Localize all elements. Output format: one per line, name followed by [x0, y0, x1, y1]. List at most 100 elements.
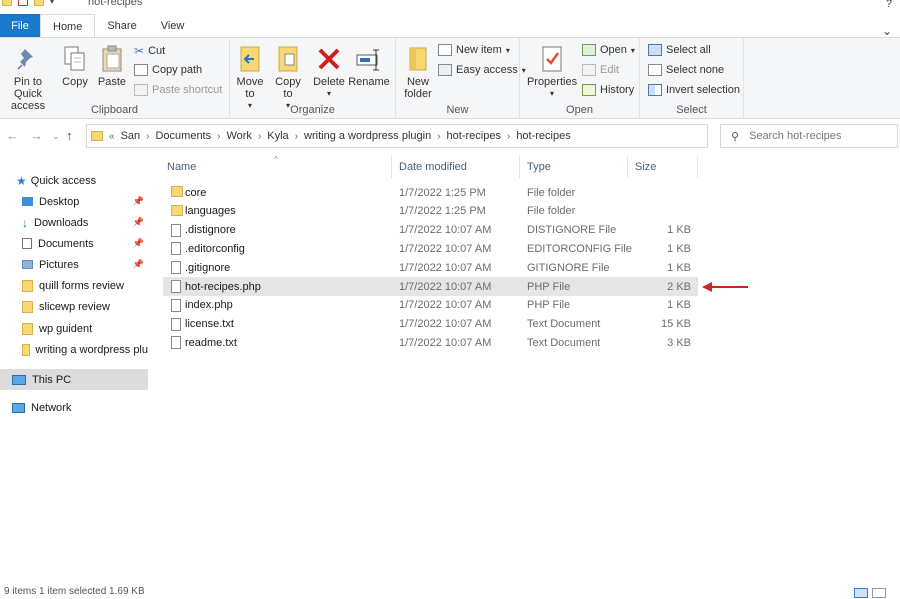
- nav-item-desktop[interactable]: Desktop 📌: [0, 191, 148, 212]
- column-date-label: Date modified: [399, 161, 467, 173]
- delete-button[interactable]: Delete ▾: [312, 44, 346, 100]
- file-icon: [171, 317, 181, 331]
- clipboard-icon: [98, 44, 126, 74]
- folder-icon: [22, 300, 33, 313]
- recent-locations-chevron-icon[interactable]: ⌄: [52, 131, 60, 142]
- file-size: 1 KB: [667, 299, 691, 312]
- breadcrumb-work[interactable]: Work: [222, 130, 255, 142]
- breadcrumb-hot-recipes-parent[interactable]: hot-recipes: [443, 130, 505, 142]
- nav-quick-access[interactable]: ★ Quick access: [0, 170, 148, 191]
- clipboard-group-label: Clipboard: [90, 104, 139, 116]
- folder-icon: [171, 186, 183, 197]
- nav-item-pictures[interactable]: Pictures 📌: [0, 254, 148, 275]
- delete-label: Delete: [313, 76, 345, 88]
- chevron-right-icon: ›: [217, 130, 221, 142]
- select-all-button[interactable]: Select all: [648, 44, 711, 56]
- table-row[interactable]: readme.txt 1/7/2022 10:07 AM Text Document…: [163, 333, 698, 352]
- paste-button[interactable]: Paste: [96, 44, 128, 88]
- open-button[interactable]: Open ▾: [582, 44, 635, 56]
- edit-button[interactable]: Edit: [582, 64, 619, 76]
- table-row[interactable]: license.txt 1/7/2022 10:07 AM Text Documen…: [163, 315, 698, 334]
- back-arrow-icon[interactable]: ←: [6, 128, 19, 143]
- pin-icon[interactable]: 📌: [133, 259, 144, 270]
- table-row[interactable]: languages 1/7/2022 1:25 PM File folder: [163, 202, 698, 221]
- history-icon: [582, 84, 596, 96]
- ribbon: Pin to Quick access Copy Paste ✂ Cut Cop…: [0, 37, 900, 119]
- table-row[interactable]: index.php 1/7/2022 10:07 AM PHP File 1 KB: [163, 296, 698, 315]
- tab-view[interactable]: View: [149, 14, 197, 38]
- history-button[interactable]: History: [582, 84, 634, 96]
- file-name: hot-recipes.php: [185, 280, 261, 293]
- column-header-size[interactable]: Size: [628, 156, 698, 178]
- breadcrumb-hot-recipes[interactable]: hot-recipes: [512, 130, 574, 142]
- computer-icon: [12, 374, 26, 385]
- nav-item-documents[interactable]: Documents 📌: [0, 233, 148, 254]
- properties-dropdown-icon: ▾: [549, 89, 554, 98]
- properties-button[interactable]: Properties ▾: [526, 44, 578, 100]
- new-folder-icon[interactable]: [34, 0, 44, 6]
- file-date: 1/7/2022 10:07 AM: [399, 299, 492, 312]
- table-row[interactable]: hot-recipes.php 1/7/2022 10:07 AM PHP File…: [163, 277, 698, 296]
- large-icons-view-icon[interactable]: [872, 588, 886, 598]
- column-header-date[interactable]: Date modified: [392, 156, 520, 178]
- select-group: Select all Select none Invert selection …: [640, 38, 744, 119]
- nav-item-wp-guident[interactable]: wp guident: [0, 318, 148, 339]
- pin-icon[interactable]: 📌: [133, 196, 144, 207]
- nav-network[interactable]: Network: [0, 397, 148, 418]
- column-header-type[interactable]: Type: [520, 156, 628, 178]
- forward-arrow-icon[interactable]: →: [30, 128, 43, 143]
- pin-icon[interactable]: 📌: [133, 238, 144, 249]
- pin-icon[interactable]: 📌: [133, 217, 144, 228]
- table-row[interactable]: .editorconfig 1/7/2022 10:07 AM EDITORCONF…: [163, 239, 698, 258]
- up-arrow-icon[interactable]: ↑: [66, 128, 73, 143]
- details-view-icon[interactable]: [854, 588, 868, 598]
- column-header-name[interactable]: Name ^: [160, 155, 392, 178]
- copy-to-button[interactable]: Copy to ▾: [270, 44, 306, 112]
- customize-qa-dropdown-icon[interactable]: ▾: [50, 0, 54, 6]
- breadcrumb-kyla[interactable]: Kyla: [263, 130, 292, 142]
- expand-ribbon-icon[interactable]: ⌄: [882, 24, 892, 38]
- paste-shortcut-button[interactable]: Paste shortcut: [134, 84, 222, 96]
- table-row[interactable]: .gitignore 1/7/2022 10:07 AM GITIGNORE Fil…: [163, 258, 698, 277]
- new-folder-button[interactable]: New folder: [400, 44, 436, 100]
- breadcrumb-writing-plugin[interactable]: writing a wordpress plugin: [300, 130, 435, 142]
- breadcrumb-documents[interactable]: Documents: [151, 130, 215, 142]
- file-type: GITIGNORE File: [527, 261, 610, 274]
- nav-item-writing-plugin[interactable]: writing a wordpress plu: [0, 339, 148, 360]
- invert-selection-button[interactable]: Invert selection: [648, 84, 740, 96]
- file-icon: [171, 298, 181, 312]
- new-folder-icon: [404, 44, 432, 74]
- overflow-chevron[interactable]: «: [107, 131, 117, 142]
- address-bar[interactable]: « San › Documents › Work › Kyla › writin…: [86, 124, 708, 148]
- pin-quick-access-button[interactable]: Pin to Quick access: [0, 44, 56, 112]
- open-group: Properties ▾ Open ▾ Edit History Open: [520, 38, 640, 119]
- nav-item-quill-forms-review[interactable]: quill forms review: [0, 275, 148, 296]
- tab-share[interactable]: Share: [95, 14, 148, 38]
- copy-path-button[interactable]: Copy path: [134, 64, 202, 76]
- tab-home[interactable]: Home: [40, 14, 96, 38]
- invert-selection-label: Invert selection: [666, 84, 740, 96]
- select-none-button[interactable]: Select none: [648, 64, 724, 76]
- tab-file[interactable]: File: [0, 14, 40, 38]
- copy-button[interactable]: Copy: [60, 44, 90, 88]
- easy-access-button[interactable]: Easy access ▾: [438, 64, 526, 76]
- breadcrumb-san[interactable]: San: [117, 130, 145, 142]
- help-icon[interactable]: ?: [886, 0, 892, 10]
- desktop-icon: [22, 197, 33, 206]
- move-to-button[interactable]: Move to ▾: [232, 44, 268, 112]
- open-group-label: Open: [566, 104, 593, 116]
- cut-button[interactable]: ✂ Cut: [134, 44, 165, 58]
- new-item-button[interactable]: New item ▾: [438, 44, 510, 56]
- table-row[interactable]: core 1/7/2022 1:25 PM File folder: [163, 183, 698, 202]
- nav-this-pc[interactable]: This PC: [0, 369, 148, 390]
- table-row[interactable]: .distignore 1/7/2022 10:07 AM DISTIGNORE F…: [163, 221, 698, 240]
- nav-item-downloads[interactable]: ↓ Downloads 📌: [0, 212, 148, 233]
- chevron-right-icon: ›: [437, 130, 441, 142]
- nav-item-slicewp-review[interactable]: slicewp review: [0, 296, 148, 317]
- chevron-right-icon: ›: [506, 130, 511, 142]
- properties-label: Properties: [526, 76, 578, 88]
- rename-button[interactable]: Rename: [348, 44, 390, 88]
- search-box[interactable]: ⚲ Search hot-recipes: [720, 124, 898, 148]
- properties-check-icon[interactable]: [18, 0, 28, 6]
- status-text: 9 items 1 item selected 1.69 KB: [4, 586, 145, 597]
